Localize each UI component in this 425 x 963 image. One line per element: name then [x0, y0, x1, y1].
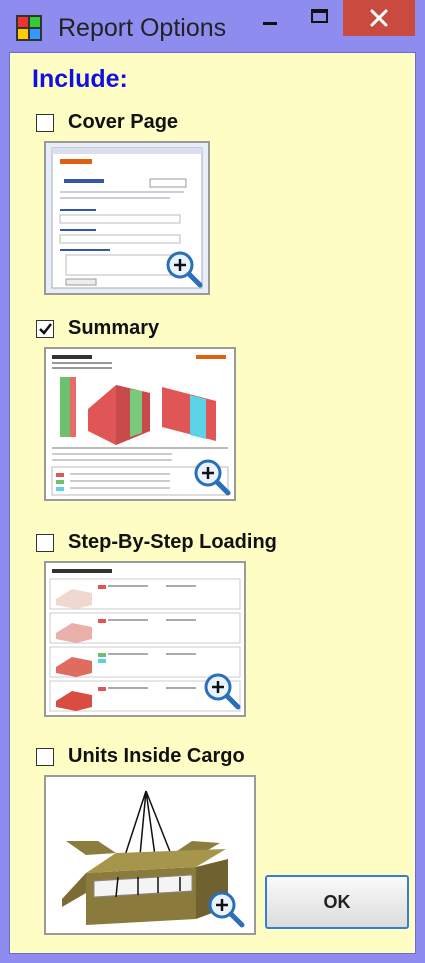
cover-page-checkbox[interactable] — [36, 114, 54, 132]
summary-preview[interactable] — [44, 347, 236, 501]
zoom-icon[interactable] — [206, 889, 246, 929]
window-title: Report Options — [58, 14, 227, 42]
units-inside-cargo-label: Units Inside Cargo — [68, 745, 245, 767]
cover-page-preview[interactable] — [44, 141, 210, 295]
zoom-icon[interactable] — [164, 249, 204, 289]
maximize-button[interactable] — [302, 0, 338, 36]
maximize-icon — [311, 9, 328, 23]
app-icon — [16, 15, 42, 41]
units-inside-cargo-preview[interactable] — [44, 775, 256, 935]
title-bar[interactable]: Report Options — [0, 0, 425, 52]
option-summary[interactable]: Summary — [36, 317, 196, 343]
close-icon — [370, 9, 388, 27]
units-inside-cargo-checkbox[interactable] — [36, 748, 54, 766]
cover-page-label: Cover Page — [68, 111, 179, 133]
summary-checkbox[interactable] — [36, 320, 54, 338]
step-by-step-loading-checkbox[interactable] — [36, 534, 54, 552]
report-options-window: Report Options Include: Cover Page Summa… — [0, 0, 425, 963]
summary-label: Summary — [68, 317, 160, 339]
ok-button[interactable]: OK — [265, 875, 409, 929]
minimize-icon — [263, 22, 277, 25]
option-step-by-step-loading[interactable]: Step-By-Step Loading — [36, 531, 306, 557]
option-cover-page[interactable]: Cover Page — [36, 111, 216, 137]
zoom-icon[interactable] — [202, 671, 242, 711]
close-button[interactable] — [343, 0, 415, 36]
zoom-icon[interactable] — [192, 457, 232, 497]
minimize-button[interactable] — [252, 0, 288, 36]
option-units-inside-cargo[interactable]: Units Inside Cargo — [36, 745, 266, 771]
step-by-step-loading-preview[interactable] — [44, 561, 246, 717]
step-by-step-loading-label: Step-By-Step Loading — [68, 531, 277, 553]
options-panel: Include: Cover Page Summary Step-By-Step… — [9, 52, 416, 954]
include-heading: Include: — [32, 65, 128, 93]
check-icon — [39, 323, 52, 335]
